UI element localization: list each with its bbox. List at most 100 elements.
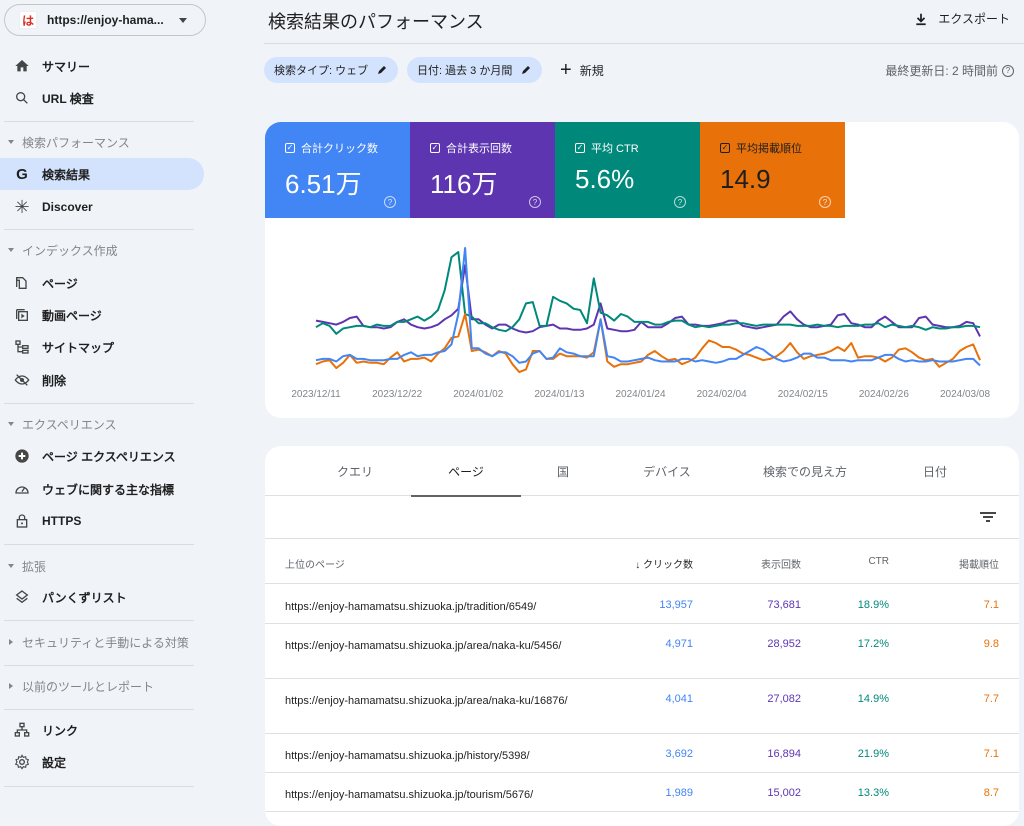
section-title: 以前のツールとレポート [22,679,155,694]
x-tick-label: 2024/03/08 [940,389,990,400]
filter-chip-search-type[interactable]: 検索タイプ: ウェブ [264,57,399,83]
x-tick-label: 2024/01/24 [615,389,665,400]
property-url: https://enjoy-hama... [47,13,164,27]
nav-item-page-experience[interactable]: ページ エクスペリエンス [0,440,204,472]
nav-item-video-pages[interactable]: 動画ページ [0,299,204,331]
tab-devices[interactable]: デバイス [617,446,717,496]
ctr-value: 13.3% [857,787,889,799]
nav-item-core-web-vitals[interactable]: ウェブに関する主な指標 [0,473,204,505]
nav-item-removals[interactable]: 削除 [0,364,204,396]
table-row[interactable]: https://enjoy-hamamatsu.shizuoka.jp/tour… [265,773,1019,812]
table-row[interactable]: https://enjoy-hamamatsu.shizuoka.jp/hist… [265,734,1019,773]
section-title: インデックス作成 [22,243,118,258]
nav-item-https[interactable]: HTTPS [0,505,204,537]
collapse-icon [8,248,14,252]
metric-label: 平均掲載順位 [736,143,802,155]
nav-item-breadcrumbs[interactable]: パンくずリスト [0,581,204,613]
nav-label: ページ エクスペリエンス [42,449,176,464]
column-header-ctr[interactable]: CTR [868,556,889,567]
export-button[interactable]: エクスポート [914,10,1010,27]
nav-item-discover[interactable]: ✳ Discover [0,191,204,223]
table-header: 上位のページ ↓ クリック数 表示回数 CTR 掲載順位 [265,540,1019,584]
nav-label: リンク [42,723,79,738]
nav-item-settings[interactable]: 設定 [0,746,204,778]
performance-line-chart: 2023/12/11 2023/12/22 2024/01/02 2024/01/13… [291,247,990,400]
tab-pages[interactable]: ページ [411,446,521,497]
column-header-impressions[interactable]: 表示回数 [761,556,801,571]
section-enhancements[interactable]: 拡張 [0,554,204,578]
section-legacy-tools[interactable]: 以前のツールとレポート [0,674,204,698]
x-tick-label: 2024/01/13 [534,389,584,400]
nav-label: サマリー [42,59,91,74]
nav-item-url-inspection[interactable]: URL 検査 [0,82,204,114]
last-updated: 最終更新日: 2 時間前 ? [885,62,1014,79]
help-icon[interactable]: ? [819,196,831,208]
metric-average-ctr[interactable]: ✓ 平均 CTR 5.6% ? [555,122,700,218]
metric-average-position[interactable]: ✓ 平均掲載順位 14.9 ? [700,122,845,218]
chip-label: 日付: 過去 3 か月間 [417,65,513,77]
section-title: 検索パフォーマンス [22,135,130,150]
column-header-clicks[interactable]: ↓ クリック数 [635,556,693,571]
sidebar: は https://enjoy-hama... サマリー URL 検査 検索パフ… [0,0,214,810]
impressions-value: 73,681 [767,599,801,611]
nav-item-sitemaps[interactable]: サイトマップ [0,331,204,363]
section-search-performance[interactable]: 検索パフォーマンス [0,130,204,154]
tab-search-appearance[interactable]: 検索での見え方 [745,446,865,496]
chip-label: 検索タイプ: ウェブ [274,65,369,77]
checkbox-checked-icon: ✓ [430,143,440,153]
divider [4,229,194,230]
divider [4,403,194,404]
home-icon [14,58,30,74]
section-indexing[interactable]: インデックス作成 [0,238,204,262]
property-selector[interactable]: は https://enjoy-hama... [4,4,206,36]
x-tick-label: 2024/02/26 [859,389,909,400]
pencil-icon [522,66,531,74]
help-icon[interactable]: ? [529,196,541,208]
x-tick-label: 2023/12/11 [291,389,341,400]
tab-dates[interactable]: 日付 [895,446,975,496]
position-value: 7.1 [983,748,999,760]
table-row[interactable]: https://enjoy-hamamatsu.shizuoka.jp/area… [265,624,1019,679]
metric-total-impressions[interactable]: ✓ 合計表示回数 116万 ? [410,122,555,218]
plus-icon: + [560,59,572,81]
expand-icon [9,683,13,689]
divider [4,121,194,122]
divider [264,43,1024,44]
dimension-tabs: クエリ ページ 国 デバイス 検索での見え方 日付 [265,446,1019,497]
nav-item-links[interactable]: リンク [0,714,204,746]
metric-label: 平均 CTR [591,143,639,155]
nav-label: 設定 [42,755,67,770]
section-experience[interactable]: エクスペリエンス [0,412,204,436]
section-title: セキュリティと手動による対策 [22,635,189,650]
links-icon [14,722,30,738]
clicks-value: 3,692 [665,748,693,760]
table-row[interactable]: https://enjoy-hamamatsu.shizuoka.jp/trad… [265,585,1019,624]
nav-item-summary[interactable]: サマリー [0,50,204,82]
nav-item-search-results[interactable]: G 検索結果 [0,158,204,190]
clicks-value: 4,041 [665,693,693,705]
sort-down-icon: ↓ [635,560,641,571]
tab-countries[interactable]: 国 [533,446,593,496]
divider [4,665,194,666]
new-filter-button[interactable]: + 新規 [560,58,604,82]
nav-item-pages[interactable]: ページ [0,267,204,299]
column-header-position[interactable]: 掲載順位 [959,556,999,571]
collapse-icon [8,564,14,568]
metric-total-clicks[interactable]: ✓ 合計クリック数 6.51万 ? [265,122,410,218]
nav-label: 動画ページ [42,308,102,323]
search-icon [14,90,30,106]
help-icon[interactable]: ? [384,196,396,208]
position-value: 9.8 [983,638,999,650]
help-icon[interactable]: ? [1002,64,1014,77]
section-security[interactable]: セキュリティと手動による対策 [0,630,204,654]
series-line-0 [315,247,981,367]
position-value: 7.1 [983,599,999,611]
impressions-value: 16,894 [767,748,801,760]
filter-chip-date[interactable]: 日付: 過去 3 か月間 [407,57,543,83]
help-icon[interactable]: ? [674,196,686,208]
column-header-label: クリック数 [643,560,693,571]
tab-queries[interactable]: クエリ [305,446,405,496]
table-row[interactable]: https://enjoy-hamamatsu.shizuoka.jp/area… [265,679,1019,734]
column-header-page[interactable]: 上位のページ [285,556,345,571]
filter-list-icon[interactable] [979,509,997,525]
